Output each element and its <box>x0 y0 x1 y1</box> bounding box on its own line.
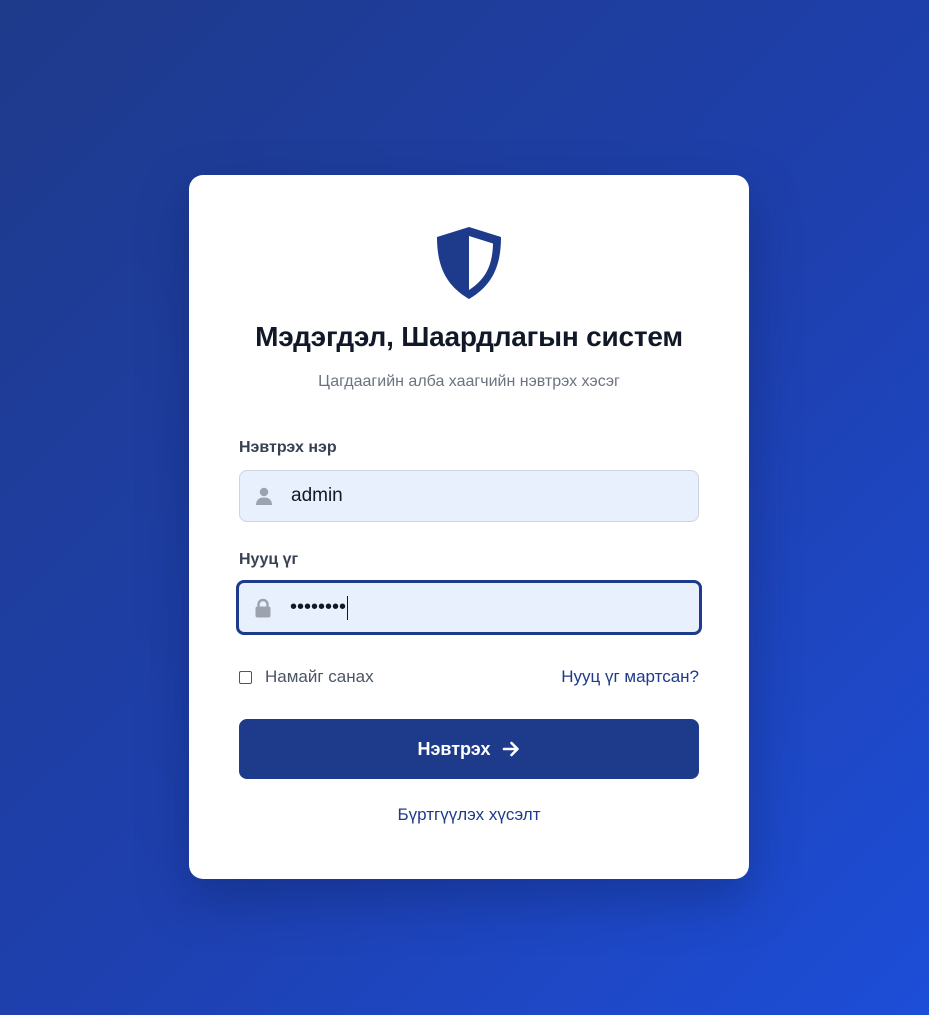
login-button[interactable]: Нэвтрэх <box>239 719 699 779</box>
remember-me-label: Намайг санах <box>265 667 374 686</box>
login-card: Мэдэгдэл, Шаардлагын систем Цагдаагийн а… <box>189 175 749 879</box>
user-icon <box>256 487 272 505</box>
remember-me[interactable]: Намайг санах <box>239 667 374 687</box>
register-request-link[interactable]: Бүртгүүлэх хүсэлт <box>189 805 749 825</box>
username-field-wrapper <box>239 470 699 522</box>
password-field-wrapper[interactable]: •••••••• <box>236 580 702 635</box>
login-button-label: Нэвтрэх <box>417 738 491 759</box>
arrow-right-icon <box>502 741 519 757</box>
password-label: Нууц үг <box>239 551 299 568</box>
password-input[interactable]: •••••••• <box>290 595 349 620</box>
shield-icon <box>437 227 501 299</box>
username-label: Нэвтрэх нэр <box>239 439 337 456</box>
page-title: Мэдэгдэл, Шаардлагын систем <box>255 321 683 352</box>
text-caret <box>347 595 349 620</box>
remember-me-checkbox[interactable] <box>239 670 252 684</box>
username-input[interactable] <box>291 485 671 507</box>
password-masked-value: •••••••• <box>290 596 347 618</box>
forgot-password-link[interactable]: Нууц үг мартсан? <box>561 667 699 687</box>
page-subtitle: Цагдаагийн алба хаагчийн нэвтрэх хэсэг <box>318 373 620 390</box>
lock-icon <box>255 598 271 617</box>
